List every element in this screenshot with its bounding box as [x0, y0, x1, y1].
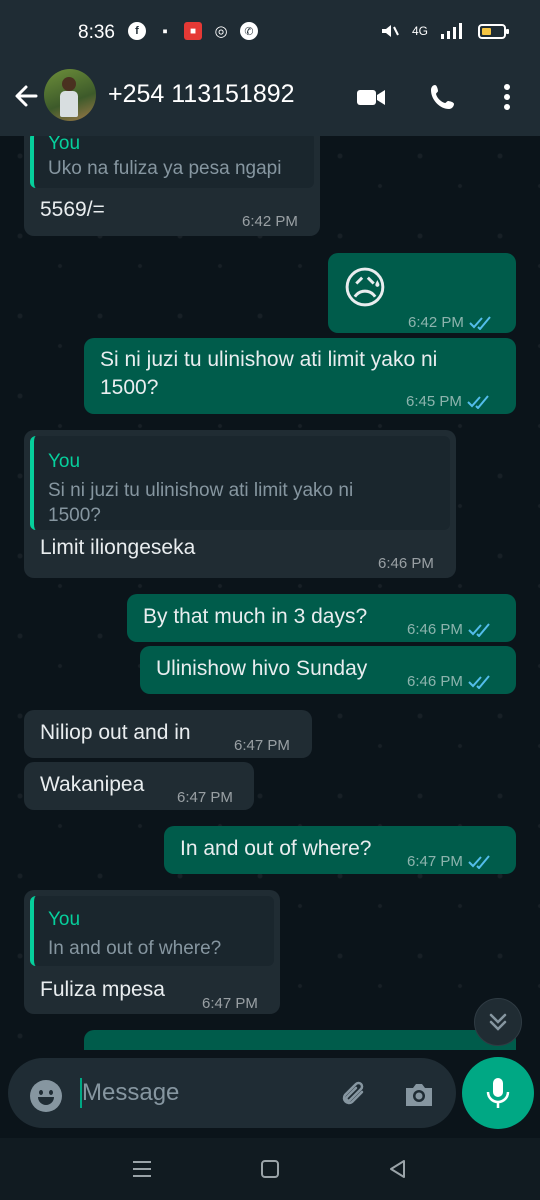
read-ticks-icon [469, 316, 491, 330]
message-text: 5569/= [40, 198, 105, 221]
message-text: Wakanipea [40, 773, 145, 796]
composer-bar [0, 1050, 540, 1138]
system-nav-bar [0, 1138, 540, 1200]
message-time: 6:46 PM [378, 555, 434, 572]
chevron-double-down-icon [489, 1013, 507, 1031]
battery-icon [478, 23, 509, 39]
whatsapp-icon: ✆ [240, 22, 258, 40]
status-bar: 8:36 f ▪ ■ ◎ ✆ 4G [0, 0, 540, 66]
more-options-icon[interactable] [492, 82, 522, 112]
facebook-icon: f [128, 22, 146, 40]
read-ticks-icon [468, 623, 490, 637]
message-text: By that much in 3 days? [143, 605, 368, 628]
message-bubble-incoming[interactable]: Wakanipea 6:47 PM [24, 762, 254, 810]
message-bubble-outgoing[interactable]: Ulinishow hivo Sunday 6:46 PM [140, 646, 516, 694]
attach-icon[interactable] [338, 1078, 372, 1112]
chat-area[interactable]: You Uko na fuliza ya pesa ngapi 5569/= 6… [0, 136, 540, 1136]
quote-text: Si ni juzi tu ulinishow ati limit yako n… [48, 480, 354, 526]
read-ticks-icon [467, 395, 489, 409]
message-emoji: 😥 [342, 264, 388, 313]
message-input[interactable] [82, 1074, 312, 1112]
contact-name[interactable]: +254 113151892 [108, 80, 295, 109]
status-time: 8:36 [78, 22, 115, 43]
read-ticks-icon [468, 675, 490, 689]
menu-icon[interactable] [130, 1158, 154, 1180]
emoji-icon[interactable] [30, 1080, 62, 1112]
voice-record-button[interactable] [462, 1057, 534, 1129]
message-text: Niliop out and in [40, 721, 191, 744]
message-time: 6:47 PM [407, 848, 492, 876]
message-text: Limit iliongeseka [40, 536, 196, 559]
message-time: 6:42 PM [242, 213, 298, 230]
mic-icon [486, 1078, 510, 1108]
message-time: 6:47 PM [234, 737, 290, 754]
message-composer[interactable] [8, 1058, 456, 1128]
quote-author: You [48, 136, 81, 154]
back-arrow-icon[interactable] [10, 80, 42, 112]
message-bubble-incoming[interactable]: You Si ni juzi tu ulinishow ati limit ya… [24, 430, 456, 578]
video-call-icon[interactable] [356, 82, 386, 112]
message-bubble-outgoing[interactable]: In and out of where? 6:47 PM [164, 826, 516, 874]
scroll-to-bottom-button[interactable] [474, 998, 522, 1046]
camera-icon[interactable] [402, 1078, 436, 1112]
read-ticks-icon [468, 855, 490, 869]
quote-author: You [48, 909, 81, 930]
home-icon[interactable] [258, 1158, 282, 1180]
network-type: 4G [411, 24, 428, 38]
quoted-message[interactable]: You In and out of where? [30, 896, 274, 966]
chat-header: +254 113151892 [0, 66, 540, 136]
quoted-message[interactable]: You Uko na fuliza ya pesa ngapi [30, 136, 314, 188]
system-icons: 4G [378, 22, 509, 40]
instagram-icon: ◎ [214, 23, 228, 40]
quote-text: Uko na fuliza ya pesa ngapi [48, 158, 282, 179]
message-bubble-outgoing[interactable]: Si ni juzi tu ulinishow ati limit yako n… [84, 338, 516, 414]
message-bubble-outgoing[interactable]: By that much in 3 days? 6:46 PM [127, 594, 516, 642]
message-time: 6:46 PM [407, 668, 492, 696]
message-time: 6:42 PM [408, 309, 493, 337]
message-bubble-incoming[interactable]: Niliop out and in 6:47 PM [24, 710, 312, 758]
signal-icon [441, 23, 462, 39]
quoted-message[interactable]: You Si ni juzi tu ulinishow ati limit ya… [30, 436, 450, 530]
message-time: 6:47 PM [177, 789, 233, 806]
message-bubble-incoming[interactable]: You In and out of where? Fuliza mpesa 6:… [24, 890, 280, 1014]
grid-icon: ▪ [162, 22, 168, 40]
avatar[interactable] [44, 69, 96, 121]
message-text: Fuliza mpesa [40, 978, 165, 1001]
back-icon[interactable] [386, 1158, 410, 1180]
message-bubble-incoming[interactable]: You Uko na fuliza ya pesa ngapi 5569/= 6… [24, 136, 320, 236]
message-time: 6:46 PM [407, 616, 492, 644]
message-text: In and out of where? [180, 837, 372, 860]
message-time: 6:45 PM [406, 388, 491, 416]
notification-icons: f ▪ ■ ◎ ✆ [128, 22, 258, 40]
quote-author: You [48, 451, 81, 472]
message-text: Ulinishow hivo Sunday [156, 657, 368, 680]
message-bubble-outgoing[interactable]: 😥 6:42 PM [328, 253, 516, 333]
mute-icon [381, 25, 399, 37]
quote-text: In and out of where? [48, 938, 222, 959]
app-notification-icon: ■ [184, 22, 202, 40]
voice-call-icon[interactable] [428, 82, 458, 112]
message-time: 6:47 PM [202, 995, 258, 1012]
